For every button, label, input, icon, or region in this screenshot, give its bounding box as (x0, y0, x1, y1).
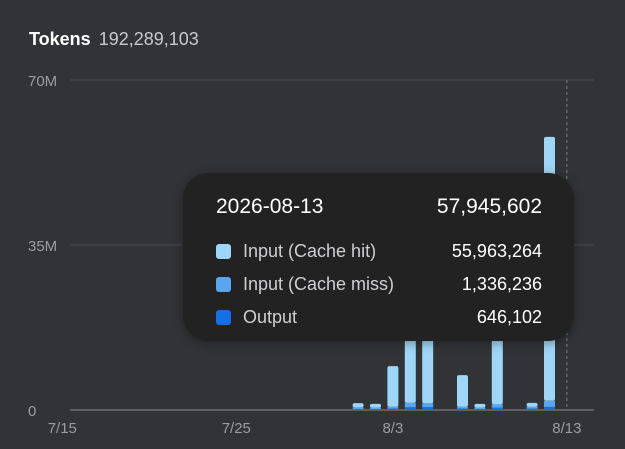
bar-cache-miss[interactable] (544, 400, 555, 407)
bar-cache-miss[interactable] (474, 407, 486, 410)
bar-output[interactable] (422, 407, 434, 410)
bar-cache-miss[interactable] (370, 407, 381, 410)
tooltip-row-cache-miss: Input (Cache miss) 1,336,236 (216, 268, 542, 301)
tooltip-row-value: 1,336,236 (461, 274, 542, 294)
bar-output[interactable] (387, 408, 399, 410)
tooltip-total: 57,945,602 (436, 195, 542, 218)
x-tick-label: 7/15 (48, 420, 77, 437)
bar-cache-hit[interactable] (387, 366, 399, 407)
bar-output[interactable] (474, 409, 486, 410)
tooltip-row-output: Output 646,102 (216, 301, 542, 334)
bar-cache-hit[interactable] (491, 338, 503, 405)
bar-cache-hit[interactable] (457, 375, 468, 407)
tooltip-row-label: Input (Cache hit) (243, 241, 377, 261)
bar-cache-miss[interactable] (526, 406, 538, 409)
x-tick-label: 8/13 (552, 420, 581, 437)
tooltip-row-value: 646,102 (476, 307, 542, 327)
tooltip-row-cache-hit: Input (Cache hit) 55,963,264 (216, 235, 542, 268)
y-tick-label: 0 (28, 403, 36, 420)
output-swatch (216, 310, 231, 325)
bar-cache-hit[interactable] (404, 336, 416, 403)
hover-tooltip: 2026-08-13 57,945,602 Input (Cache hit) … (183, 173, 574, 341)
tooltip-row-label: Output (243, 307, 298, 327)
bar-output[interactable] (491, 407, 503, 410)
bar-cache-miss[interactable] (352, 407, 364, 410)
bar-output[interactable] (352, 409, 364, 410)
bar-output[interactable] (370, 409, 381, 410)
bar-cache-miss[interactable] (491, 404, 503, 408)
y-tick-label: 70M (28, 73, 57, 90)
bar-output[interactable] (544, 406, 555, 410)
bar-cache-hit[interactable] (526, 402, 538, 407)
x-tick-label: 7/25 (222, 420, 251, 437)
y-axis-labels: 0 35M 70M (28, 73, 57, 420)
cache-miss-swatch (216, 277, 231, 292)
bar-cache-miss[interactable] (404, 402, 416, 408)
x-tick-label: 8/3 (382, 420, 403, 437)
cache-hit-swatch (216, 244, 231, 259)
bar-cache-miss[interactable] (387, 406, 399, 409)
bar-cache-hit[interactable] (352, 403, 364, 408)
tooltip-header: 2026-08-13 57,945,602 (216, 193, 542, 221)
token-usage-card: Tokens 192,289,103 0 35M 70M 7/15 7/25 8/3 8/… (0, 0, 625, 449)
bar-cache-miss[interactable] (422, 403, 434, 408)
bar-output[interactable] (526, 408, 538, 410)
bar-cache-hit[interactable] (474, 403, 486, 408)
tooltip-date: 2026-08-13 (216, 195, 324, 218)
tooltip-row-label: Input (Cache miss) (243, 274, 395, 294)
bar-cache-hit[interactable] (370, 403, 381, 408)
x-axis-labels: 7/15 7/25 8/3 8/13 (48, 420, 582, 437)
bar-cache-miss[interactable] (457, 406, 468, 409)
bar-output[interactable] (404, 407, 416, 410)
bar-output[interactable] (457, 408, 468, 410)
y-tick-label: 35M (28, 238, 57, 255)
tooltip-row-value: 55,963,264 (451, 241, 542, 261)
